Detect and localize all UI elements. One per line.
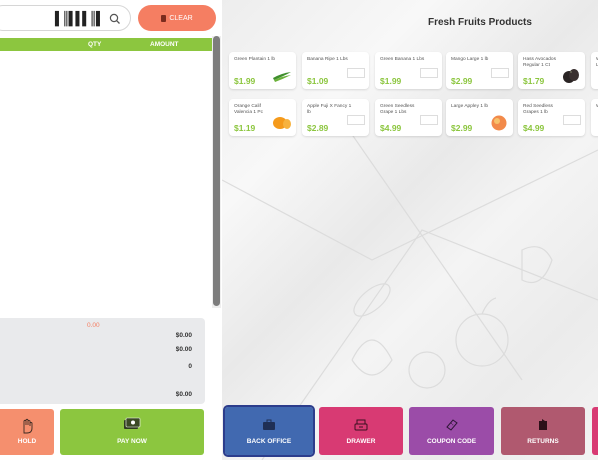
- pay-now-button-label: PAY NOW: [117, 438, 147, 445]
- product-price: $1.99: [380, 76, 402, 86]
- coupon-code-button[interactable]: COUPON CODE: [409, 407, 494, 455]
- product-price: $1.09: [307, 76, 329, 86]
- avocado-image: [563, 69, 579, 83]
- back-office-button-label: BACK OFFICE: [246, 438, 292, 445]
- product-name: Green Banana 1 Lbs: [380, 57, 425, 62]
- subtotal-value: $0.00: [175, 332, 192, 339]
- returns-button[interactable]: RETURNS: [501, 407, 585, 455]
- orange-image: [273, 117, 291, 129]
- product-name: Green Plantain 1 lb: [234, 57, 276, 62]
- hold-button[interactable]: HOLD: [0, 409, 54, 455]
- product-tile-partial[interactable]: W: [591, 99, 598, 136]
- order-panel: ▌║▌▌▌║▌ CLEAR QTY AMOUNT 0.00 $0.00 $0.0…: [0, 0, 222, 460]
- barcode-search-field[interactable]: ▌║▌▌▌║▌: [0, 5, 131, 31]
- product-price: $1.99: [234, 76, 256, 86]
- product-price: $2.99: [451, 76, 473, 86]
- no-image-placeholder-icon: [347, 115, 365, 125]
- category-title: Fresh Fruits Products: [428, 17, 532, 28]
- product-name: Large Appley 1 lb: [451, 104, 489, 109]
- order-table-header: QTY AMOUNT: [0, 38, 212, 51]
- product-price: $1.79: [523, 76, 545, 86]
- no-image-placeholder-icon: [491, 68, 509, 78]
- plantain-image: [273, 72, 291, 82]
- product-tile-orange-valencia[interactable]: Orange Calif Valencia 1 Pc $1.19: [229, 99, 296, 136]
- order-list-scrollbar[interactable]: [212, 36, 221, 308]
- product-name: Mango Large 1 lb: [451, 57, 489, 62]
- hand-icon: [23, 418, 33, 434]
- product-name: Banana Ripe 1 Lbs: [307, 57, 348, 62]
- search-icon[interactable]: [108, 12, 122, 26]
- clear-button-label: CLEAR: [169, 14, 193, 22]
- discount-value: 0.00: [87, 322, 100, 329]
- extra-button-partial[interactable]: [592, 407, 598, 455]
- product-price: $1.19: [234, 123, 256, 133]
- peach-image: [491, 115, 507, 131]
- back-office-button[interactable]: BACK OFFICE: [223, 405, 315, 457]
- no-image-placeholder-icon: [420, 68, 438, 78]
- product-name: Green Seedless Grape 1 Lbs: [380, 104, 415, 115]
- coupon-code-button-label: COUPON CODE: [426, 438, 477, 445]
- clear-button[interactable]: CLEAR: [138, 5, 216, 31]
- product-tile-banana-ripe[interactable]: Banana Ripe 1 Lbs $1.09: [302, 52, 369, 89]
- product-price: $4.99: [523, 123, 545, 133]
- hold-button-label: HOLD: [17, 438, 37, 445]
- column-header-qty: QTY: [88, 41, 102, 48]
- item-count-value: 0: [188, 363, 192, 370]
- product-price: $4.99: [380, 123, 402, 133]
- product-panel: Fresh Fruits Products Green Plantain 1 l…: [222, 0, 598, 460]
- product-tile-green-plantain[interactable]: Green Plantain 1 lb $1.99: [229, 52, 296, 89]
- product-tile-apple-fuji[interactable]: Apple Fuji X Fancy 1 lb $2.89: [302, 99, 369, 136]
- product-name: Apple Fuji X Fancy 1 lb: [307, 104, 352, 115]
- cash-drawer-icon: [354, 419, 368, 431]
- product-tile-red-seedless-grapes[interactable]: Red Seedless Grapes 1 lb $4.99: [518, 99, 585, 136]
- product-tile-partial[interactable]: WLi: [591, 52, 598, 89]
- cash-icon: [124, 417, 141, 429]
- coupon-icon: [445, 419, 458, 431]
- product-price: $2.89: [307, 123, 329, 133]
- scrollbar-thumb[interactable]: [213, 36, 220, 306]
- barcode-icon: ▌║▌▌▌║▌: [55, 12, 104, 27]
- drawer-button[interactable]: DRAWER: [319, 407, 403, 455]
- tax-value: $0.00: [175, 346, 192, 353]
- pos-screen: ▌║▌▌▌║▌ CLEAR QTY AMOUNT 0.00 $0.00 $0.0…: [0, 0, 598, 460]
- no-image-placeholder-icon: [420, 115, 438, 125]
- product-tile-green-banana[interactable]: Green Banana 1 Lbs $1.99: [375, 52, 442, 89]
- no-image-placeholder-icon: [347, 68, 365, 78]
- returns-icon: [539, 419, 547, 430]
- product-tile-large-appley[interactable]: Large Appley 1 lb $2.99: [446, 99, 513, 136]
- product-tile-hass-avocados[interactable]: Hass Avocados Regular 1 Ct $1.79: [518, 52, 585, 89]
- product-price: $2.99: [451, 123, 473, 133]
- no-image-placeholder-icon: [563, 115, 581, 125]
- product-tile-mango-large[interactable]: Mango Large 1 lb $2.99: [446, 52, 513, 89]
- product-tile-green-seedless-grape[interactable]: Green Seedless Grape 1 Lbs $4.99: [375, 99, 442, 136]
- totals-panel: 0.00 $0.00 $0.00 0 $0.00: [0, 318, 205, 404]
- total-value: $0.00: [175, 391, 192, 398]
- drawer-button-label: DRAWER: [346, 438, 376, 445]
- pay-now-button[interactable]: PAY NOW: [60, 409, 204, 455]
- trash-icon: [161, 14, 167, 22]
- briefcase-icon: [263, 419, 275, 430]
- column-header-amount: AMOUNT: [150, 41, 179, 48]
- product-name: Red Seedless Grapes 1 lb: [523, 104, 553, 115]
- returns-button-label: RETURNS: [527, 438, 559, 445]
